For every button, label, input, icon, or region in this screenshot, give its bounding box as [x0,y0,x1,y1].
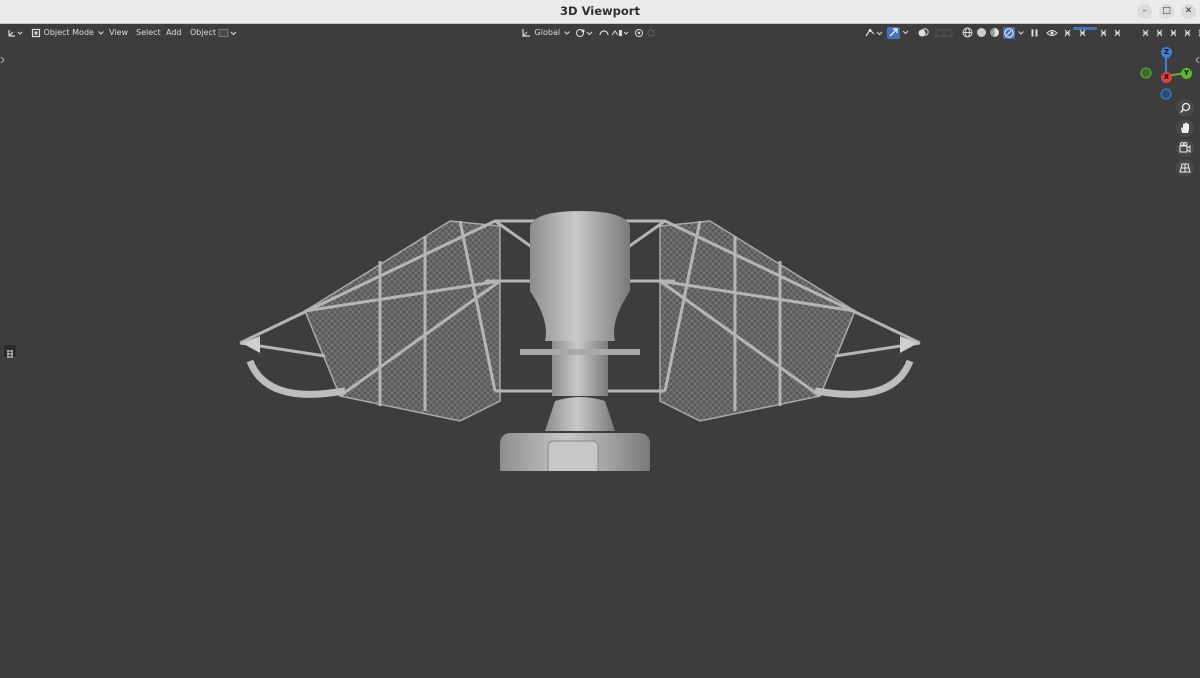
visibility-selector[interactable] [864,24,884,41]
transform-pivot-selector[interactable] [575,24,595,41]
material-shading-icon [990,28,1000,37]
zoom-icon [1179,102,1191,114]
perspective-toggle-icon [1179,163,1191,173]
snap-icon [599,29,629,36]
perspective-toggle-button[interactable] [1176,159,1194,177]
menu-select[interactable]: Select [136,24,161,41]
transform-pivot-icon [576,28,593,37]
orientation-label: Global [534,28,561,37]
gizmo-neg-y[interactable] [1140,67,1152,79]
gizmo-z[interactable]: Z [1161,47,1172,58]
viewport-header: Object Mode View Select Add Object Globa… [0,24,1200,41]
3d-viewport[interactable]: Z X Y [0,41,1200,678]
pan-hand-icon [1181,122,1189,133]
pause-icon [1031,29,1038,36]
gizmo-toggle-icon [887,26,909,39]
left-panel-handle[interactable] [4,345,16,358]
gizmo-x[interactable]: X [1161,72,1172,83]
camera-view-button[interactable] [1176,139,1194,157]
minimize-button[interactable]: – [1137,4,1152,19]
menu-object[interactable]: Object [190,24,216,41]
pan-button[interactable] [1176,119,1194,137]
gizmo-toggle[interactable] [887,24,911,41]
mode-label: Object Mode [43,28,94,37]
menu-add[interactable]: Add [166,24,182,41]
overlay-icon [918,27,929,36]
shading-selector[interactable] [962,24,1025,41]
window-title: 3D Viewport [560,4,640,18]
proportional-edit-toggle[interactable] [634,24,656,41]
maximize-button[interactable]: □ [1159,4,1174,19]
editor-type-selector[interactable] [7,24,23,41]
close-button[interactable]: ✕ [1181,4,1196,19]
snap-toggle[interactable] [598,24,630,41]
chevron-down-icon [97,30,104,35]
window-titlebar: 3D Viewport – □ ✕ [0,0,1200,24]
toolbar-expand-arrow[interactable] [0,55,6,65]
transform-orientation-icon [522,28,530,37]
camera-view-icon [1179,142,1191,153]
radar-antenna-model[interactable] [230,171,930,471]
gizmo-neg-z[interactable] [1160,88,1172,100]
layout-icon [218,28,237,37]
restrict-toggles[interactable] [1046,24,1200,41]
rendered-shading-icon [1002,26,1015,39]
chevron-down-icon [1018,30,1025,35]
visibility-icon [865,28,883,36]
transform-orientation-selector[interactable]: Global [521,24,571,41]
overlay-toggle[interactable] [918,24,930,41]
chevron-down-icon [563,30,570,35]
mode-selector[interactable]: Object Mode [31,24,105,41]
object-mode-icon [31,28,41,37]
toolbar-crosses-icon [1064,26,1200,36]
wireframe-shading-icon [962,27,973,38]
xray-icon [935,29,953,36]
editor-type-icon [8,29,23,37]
playback-controls[interactable] [1030,24,1039,41]
xray-toggle[interactable] [935,24,957,41]
object-extra-dropdown[interactable] [218,24,238,41]
menu-view[interactable]: View [109,24,128,41]
zoom-button[interactable] [1176,99,1194,117]
sidebar-expand-arrow[interactable] [1194,55,1200,65]
grid-handle-icon [7,350,13,358]
solid-shading-icon [976,28,986,37]
proportional-edit-icon [635,28,655,37]
gizmo-y[interactable]: Y [1181,68,1192,79]
eye-icon [1046,29,1058,36]
